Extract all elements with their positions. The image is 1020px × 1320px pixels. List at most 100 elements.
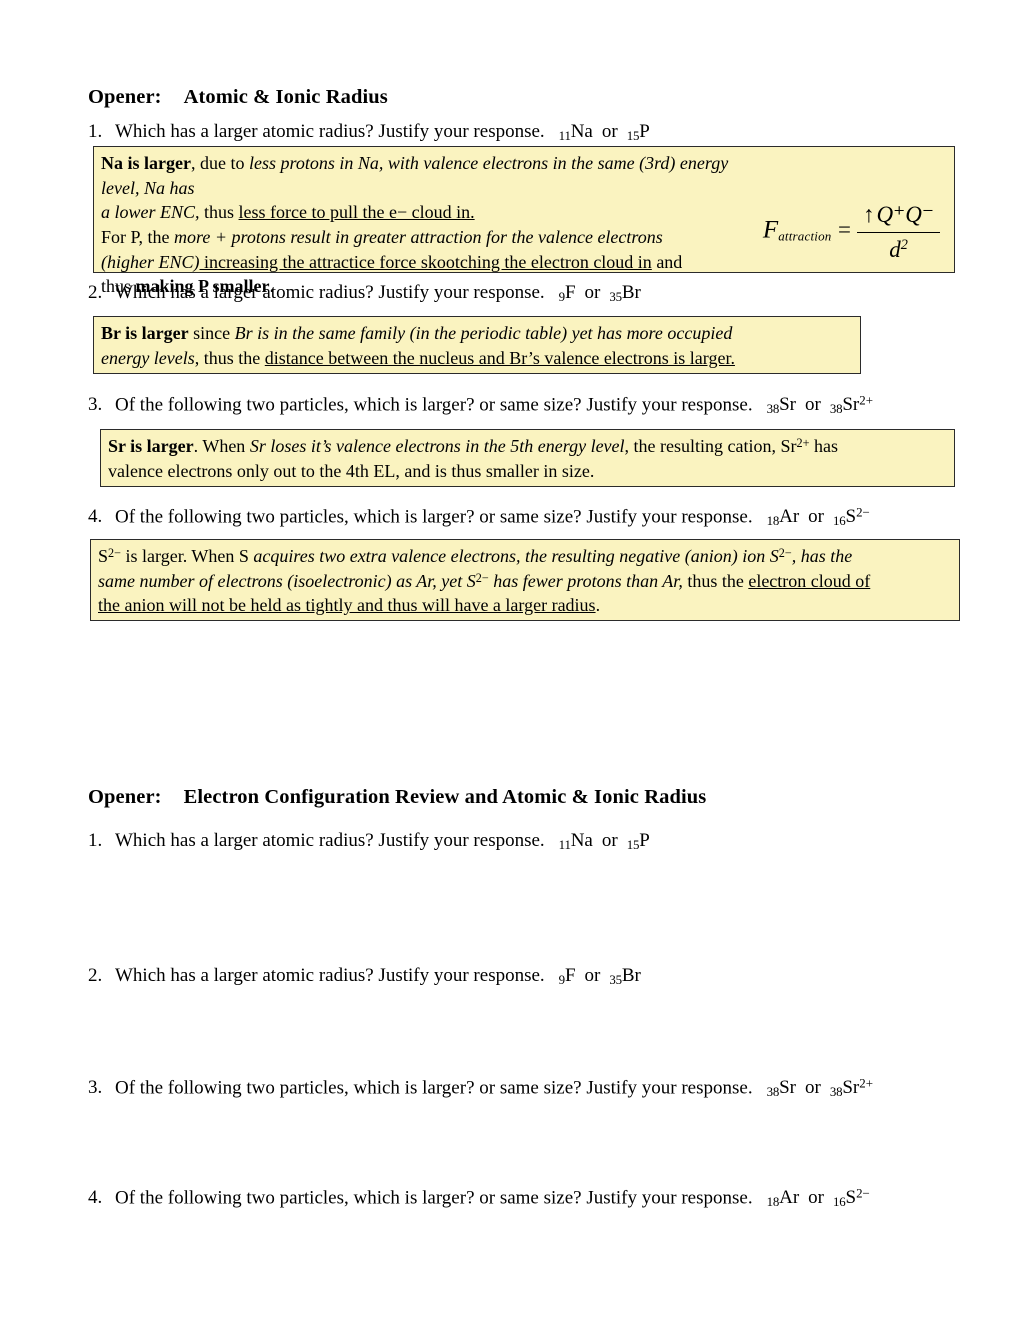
answer1-line1: Na is larger, due to less protons in Na,…	[101, 153, 729, 198]
element-symbol: S	[845, 1187, 857, 1209]
section2-question-1: 1. Which has a larger atomic radius? Just…	[88, 830, 650, 852]
question-text: Which has a larger atomic radius? Justif…	[115, 121, 545, 142]
element-symbol: Sr	[842, 394, 860, 416]
atomic-number: 18	[766, 513, 780, 529]
species-separator: or	[805, 394, 821, 416]
answer3-line2: valence electrons only out to the 4th EL…	[108, 460, 595, 481]
equation-f-variable: F	[762, 216, 779, 244]
answer1-line3: For P, the more + protons result in grea…	[101, 226, 663, 247]
equation-equals: =	[836, 217, 852, 243]
question-number: 4.	[88, 506, 103, 528]
element-symbol: Sr	[779, 1077, 796, 1099]
section1-question-4: 4. Of the following two particles, which …	[88, 505, 870, 529]
answer4-line3: the anion will not be held as tightly an…	[98, 595, 601, 616]
question-text: Which has a larger atomic radius? Justif…	[115, 965, 545, 986]
atomic-number: 35	[609, 288, 622, 304]
answer-box-3: Sr is larger. When Sr loses it’s valence…	[100, 429, 955, 487]
answer4-line2: same number of electrons (isoelectronic)…	[98, 570, 871, 591]
section1-heading: Opener: Atomic & Ionic Radius	[88, 86, 388, 109]
element-symbol: Sr	[779, 394, 796, 416]
atomic-number: 35	[609, 971, 622, 987]
atomic-number: 16	[832, 513, 846, 529]
species-separator: or	[808, 1187, 824, 1209]
answer-box-1: Na is larger, due to less protons in Na,…	[93, 146, 955, 296]
question-number: 2.	[88, 282, 103, 303]
question-species: 38Sr or 38Sr2+	[766, 1076, 873, 1100]
element-symbol: F	[564, 965, 576, 986]
question-number: 1.	[88, 830, 103, 851]
ion-charge: 2−	[108, 545, 122, 560]
question-text: Which has a larger atomic radius? Justif…	[115, 830, 545, 851]
section1-heading-title: Atomic & Ionic Radius	[183, 86, 388, 108]
answer-box-2: Br is larger since Br is in the same fam…	[93, 316, 861, 374]
answer-box-4: S2− is larger. When S acquires two extra…	[90, 539, 960, 621]
element-symbol: F	[564, 282, 576, 303]
atomic-number: 16	[832, 1194, 846, 1210]
ion-charge: 2+	[859, 1076, 873, 1091]
question-number: 4.	[88, 1187, 103, 1209]
equation-fraction: ↑Q⁺Q⁻ d2	[857, 199, 940, 265]
ion-charge: 2−	[856, 1186, 870, 1201]
element-symbol: S	[845, 506, 857, 528]
answer2-line1: Br is larger since Br is in the same fam…	[101, 323, 733, 343]
section2-heading-label: Opener:	[88, 786, 162, 808]
element-symbol: Ar	[779, 1187, 800, 1209]
element-symbol: Ar	[779, 506, 800, 528]
question-species: 11Na or 15P	[559, 830, 650, 851]
atomic-number: 15	[626, 836, 640, 852]
question-species: 18Ar or 16S2−	[766, 505, 870, 529]
answer1-line4: (higher ENC) increasing the attractice f…	[101, 251, 683, 272]
question-text: Which has a larger atomic radius? Justif…	[115, 282, 545, 303]
section1-question-1: 1. Which has a larger atomic radius? Just…	[88, 121, 650, 143]
equation-numerator: ↑Q⁺Q⁻	[857, 199, 940, 233]
equation-f-subscript: attraction	[778, 228, 832, 244]
element-symbol: Na	[570, 121, 593, 142]
element-symbol: Na	[570, 830, 593, 851]
section1-heading-label: Opener:	[88, 86, 162, 108]
species-separator: or	[584, 965, 601, 986]
section2-question-2: 2. Which has a larger atomic radius? Just…	[88, 965, 641, 987]
question-species: 18Ar or 16S2−	[766, 1186, 870, 1210]
atomic-number: 38	[829, 1084, 843, 1100]
ion-charge: 2+	[859, 393, 873, 408]
question-number: 3.	[88, 394, 103, 416]
question-number: 1.	[88, 121, 103, 142]
ion-charge: 2−	[778, 545, 792, 560]
section2-question-4: 4. Of the following two particles, which …	[88, 1186, 870, 1210]
ion-charge: 2−	[475, 570, 489, 585]
up-arrow-icon: ↑	[863, 202, 875, 227]
question-text: Of the following two particles, which is…	[115, 506, 753, 528]
species-separator: or	[584, 282, 601, 303]
question-text: Of the following two particles, which is…	[115, 1077, 753, 1099]
question-number: 3.	[88, 1077, 103, 1099]
atomic-number: 38	[766, 401, 780, 417]
species-separator: or	[601, 121, 618, 142]
ion-charge: 2+	[796, 435, 810, 450]
atomic-number: 38	[766, 1084, 780, 1100]
atomic-number: 15	[626, 127, 640, 143]
atomic-number: 11	[558, 127, 571, 143]
species-separator: or	[808, 506, 824, 528]
element-symbol: Br	[621, 282, 641, 303]
question-species: 11Na or 15P	[559, 121, 650, 142]
equation-denominator: d2	[889, 236, 908, 262]
species-separator: or	[805, 1077, 821, 1099]
answer4-line1: S2− is larger. When S acquires two extra…	[98, 545, 853, 566]
element-symbol: P	[639, 121, 650, 142]
section2-heading: Opener: Electron Configuration Review and…	[88, 786, 706, 809]
section1-question-3: 3. Of the following two particles, which …	[88, 393, 873, 417]
atomic-number: 11	[558, 836, 571, 852]
element-symbol: Sr	[842, 1077, 860, 1099]
question-number: 2.	[88, 965, 103, 986]
element-symbol: P	[639, 830, 650, 851]
question-species: 38Sr or 38Sr2+	[766, 393, 873, 417]
atomic-number: 18	[766, 1194, 780, 1210]
section1-question-2: 2. Which has a larger atomic radius? Just…	[88, 282, 641, 304]
ion-charge: 2−	[856, 505, 870, 520]
question-species: 9F or 35Br	[559, 282, 641, 303]
question-species: 9F or 35Br	[559, 965, 641, 986]
atomic-number: 38	[829, 401, 843, 417]
answer2-line2: energy levels, thus the distance between…	[101, 347, 735, 368]
force-attraction-equation: Fattraction = ↑Q⁺Q⁻ d2	[763, 199, 940, 265]
section2-heading-title: Electron Configuration Review and Atomic…	[183, 786, 707, 808]
